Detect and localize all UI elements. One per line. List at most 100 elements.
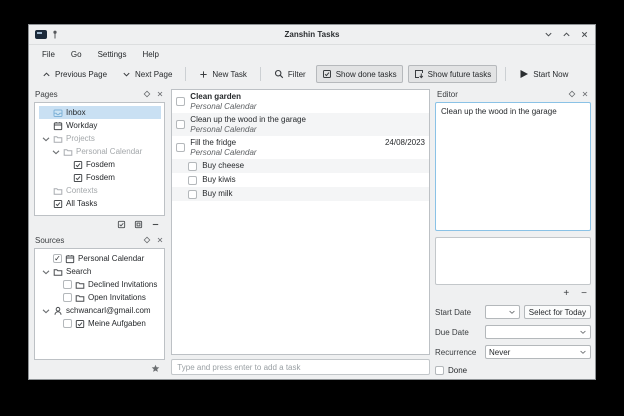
folder-icon <box>75 280 85 290</box>
task-text-editor[interactable]: Clean up the wood in the garage <box>435 102 591 231</box>
task-row[interactable]: Buy milk <box>172 187 429 201</box>
close-dock-icon[interactable] <box>156 90 164 98</box>
task-title: Fill the fridge <box>190 138 380 148</box>
person-icon <box>53 306 63 316</box>
calendar-icon <box>65 254 75 264</box>
expander-chevron-icon[interactable] <box>41 306 50 316</box>
start-date-combobox[interactable] <box>485 305 520 319</box>
tree-item-all-tasks[interactable]: All Tasks <box>39 197 161 210</box>
app-icon <box>35 30 47 39</box>
tree-item-projects[interactable]: Projects <box>39 132 161 145</box>
toolbar: Previous Page Next Page New Task Filter … <box>29 63 595 85</box>
task-row[interactable]: Clean gardenPersonal Calendar <box>172 90 429 113</box>
calendar-check-icon <box>73 160 83 170</box>
task-checkbox[interactable] <box>188 162 197 171</box>
expander-chevron-icon[interactable] <box>41 134 50 144</box>
add-task-input[interactable]: Type and press enter to add a task <box>171 359 430 375</box>
float-dock-icon[interactable] <box>143 236 151 244</box>
tree-item-label: All Tasks <box>66 199 97 208</box>
checkbox-unchecked[interactable] <box>63 280 72 289</box>
show-done-tasks-button[interactable]: Show done tasks <box>316 65 403 83</box>
recurrence-combobox[interactable]: Never <box>485 345 591 359</box>
title-bar: Zanshin Tasks <box>29 25 595 45</box>
calendar-check-icon <box>322 69 332 79</box>
tree-item-workday[interactable]: Workday <box>39 119 161 132</box>
pages-buttons <box>31 218 168 233</box>
add-project-button[interactable] <box>117 220 126 229</box>
tree-item-fosdem[interactable]: Fosdem <box>59 158 161 171</box>
task-checkbox[interactable] <box>188 190 197 199</box>
tree-item-label: Search <box>66 267 91 276</box>
chevron-up-icon <box>42 70 51 79</box>
menu-settings[interactable]: Settings <box>91 48 134 61</box>
chevron-down-icon <box>41 267 51 277</box>
done-checkbox[interactable] <box>435 366 444 375</box>
remove-page-button[interactable] <box>151 220 160 229</box>
previous-page-button[interactable]: Previous Page <box>37 67 112 82</box>
checkbox-unchecked[interactable] <box>63 293 72 302</box>
chevron-down-icon <box>122 70 131 79</box>
tree-item-open-invitations[interactable]: Open Invitations <box>49 291 161 304</box>
float-dock-icon[interactable] <box>143 90 151 98</box>
pages-dock-header: Pages <box>31 87 168 101</box>
task-checkbox[interactable] <box>176 120 185 129</box>
close-dock-icon[interactable] <box>581 90 589 98</box>
calendar-arrow-icon <box>414 69 424 79</box>
close-button[interactable] <box>580 30 589 39</box>
tree-item-declined-invitations[interactable]: Declined Invitations <box>49 278 161 291</box>
task-row[interactable]: Buy kiwis <box>172 173 429 187</box>
expander-chevron-icon[interactable] <box>51 147 60 157</box>
tree-item-label: Fosdem <box>86 160 115 169</box>
task-row[interactable]: Fill the fridgePersonal Calendar24/08/20… <box>172 136 429 159</box>
tree-item-label: Workday <box>66 121 97 130</box>
tree-item-fosdem[interactable]: Fosdem <box>59 171 161 184</box>
toolbar-separator <box>505 67 506 81</box>
menu-go[interactable]: Go <box>64 48 89 61</box>
tree-item-inbox[interactable]: Inbox <box>39 106 161 119</box>
menu-file[interactable]: File <box>35 48 62 61</box>
toolbar-separator <box>260 67 261 81</box>
tree-item-meine-aufgaben[interactable]: Meine Aufgaben <box>49 317 161 330</box>
task-checkbox[interactable] <box>176 97 185 106</box>
float-dock-icon[interactable] <box>568 90 576 98</box>
inbox-icon <box>53 108 63 118</box>
tree-item-personal-calendar[interactable]: Personal Calendar <box>49 145 161 158</box>
tree-item-search[interactable]: Search <box>39 265 161 278</box>
task-row[interactable]: Buy cheese <box>172 159 429 173</box>
expander-chevron-icon[interactable] <box>41 267 50 277</box>
add-task-placeholder: Type and press enter to add a task <box>177 363 300 372</box>
task-checkbox[interactable] <box>176 143 185 152</box>
pin-icon <box>51 30 59 39</box>
task-checkbox[interactable] <box>188 176 197 185</box>
search-icon <box>274 69 284 79</box>
remove-attachment-button[interactable]: − <box>581 288 587 299</box>
checkbox-unchecked[interactable] <box>63 319 72 328</box>
add-context-button[interactable] <box>134 220 143 229</box>
menu-help[interactable]: Help <box>135 48 165 61</box>
due-date-combobox[interactable] <box>485 325 591 339</box>
tree-item-label: Inbox <box>66 108 86 117</box>
tree-item-label: Projects <box>66 134 95 143</box>
close-dock-icon[interactable] <box>156 236 164 244</box>
next-page-button[interactable]: Next Page <box>117 67 177 82</box>
show-future-tasks-button[interactable]: Show future tasks <box>408 65 498 83</box>
minimize-button[interactable] <box>544 30 553 39</box>
sources-dock-title: Sources <box>35 236 143 245</box>
tree-item-personal-calendar[interactable]: ✓Personal Calendar <box>39 252 161 265</box>
checkbox-checked[interactable]: ✓ <box>53 254 62 263</box>
default-source-star-icon[interactable] <box>151 364 160 373</box>
calendar-icon <box>53 121 63 131</box>
add-attachment-button[interactable]: + <box>563 288 569 299</box>
start-now-button[interactable]: Start Now <box>514 66 573 82</box>
maximize-button[interactable] <box>562 30 571 39</box>
select-for-today-button[interactable]: Select for Today <box>524 305 591 319</box>
filter-button[interactable]: Filter <box>269 66 311 82</box>
tree-item-label: schwancarl@gmail.com <box>66 306 151 315</box>
attachments-box[interactable] <box>435 237 591 285</box>
new-task-button[interactable]: New Task <box>194 67 252 82</box>
editor-dock-header: Editor <box>433 87 593 101</box>
task-row[interactable]: Clean up the wood in the garagePersonal … <box>172 113 429 136</box>
tree-item-contexts[interactable]: Contexts <box>39 184 161 197</box>
tree-item-schwancarl-gmail-com[interactable]: schwancarl@gmail.com <box>39 304 161 317</box>
task-source-label: Personal Calendar <box>190 102 425 111</box>
